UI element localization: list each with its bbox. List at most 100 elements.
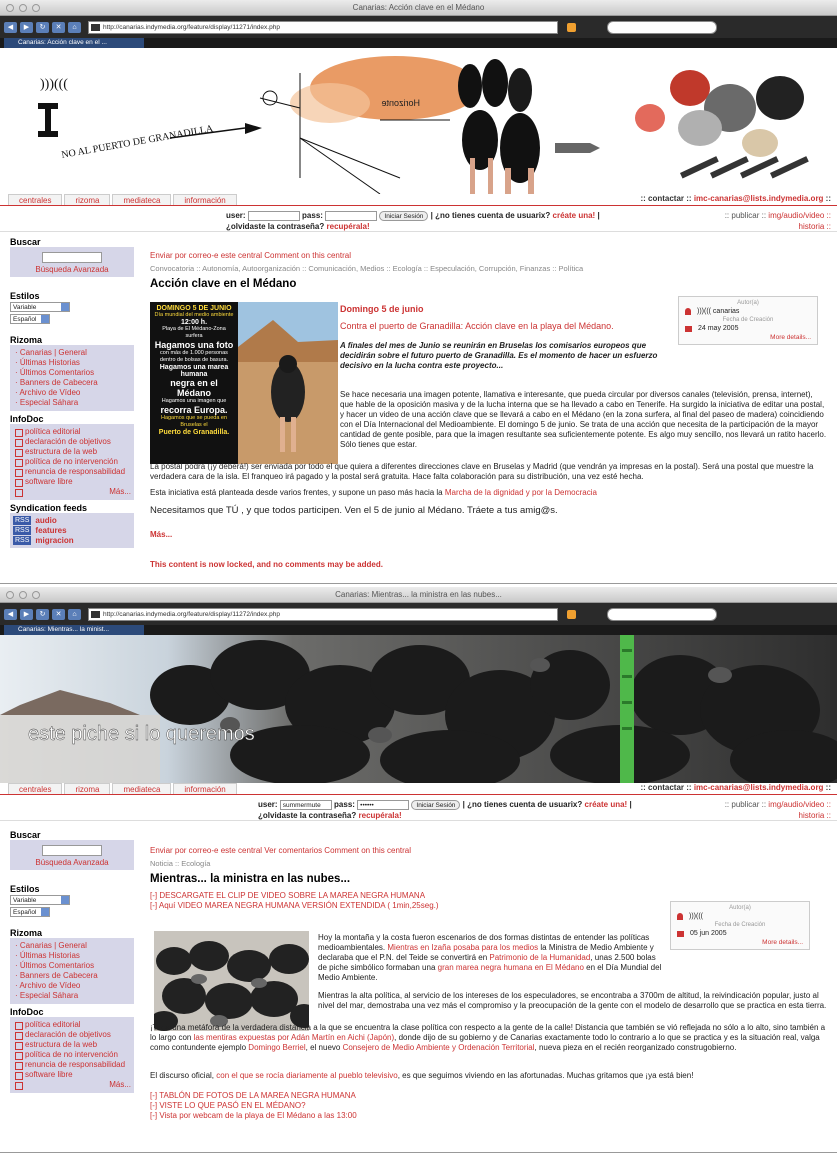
password-input[interactable]: •••••• xyxy=(357,799,410,810)
advanced-search-link[interactable]: Búsqueda Avanzada xyxy=(13,858,131,867)
historia-link[interactable]: historia :: xyxy=(799,811,831,820)
marcha-link[interactable]: Marcha de la dignidad y por la Democraci… xyxy=(445,488,597,497)
nav-tab-informacion[interactable]: información xyxy=(173,194,237,205)
url-field[interactable]: http://canarias.indymedia.org/feature/di… xyxy=(88,607,558,621)
more-details-link[interactable]: More details... xyxy=(677,939,803,946)
recover-link[interactable]: recupérala! xyxy=(327,222,370,231)
infodoc-link[interactable]: renuncia de responsabilidad xyxy=(13,467,131,477)
rizoma-link[interactable]: · Archivo de Vídeo xyxy=(13,981,131,991)
nav-tab-centrales[interactable]: centrales xyxy=(8,194,63,205)
category-breadcrumb[interactable]: Convocatoria :: Autonomía, Autoorganizac… xyxy=(150,263,827,274)
rizoma-link[interactable]: · Banners de Cabecera xyxy=(13,971,131,981)
language-select[interactable]: Español xyxy=(10,314,50,324)
category-breadcrumb[interactable]: Noticia :: Ecología xyxy=(150,858,827,869)
rizoma-link[interactable]: · Últimos Comentarios xyxy=(13,961,131,971)
publish-link[interactable]: img/audio/video :: xyxy=(768,800,831,809)
site-search-input[interactable] xyxy=(42,252,102,263)
url-field[interactable]: http://canarias.indymedia.org/feature/di… xyxy=(88,20,558,34)
inline-link[interactable]: Mientras en Izaña posaba para los medios xyxy=(387,943,538,952)
contact-email-link[interactable]: imc-canarias@lists.indymedia.org xyxy=(694,783,824,792)
inline-link[interactable]: las mentiras expuestas por Adán Martín e… xyxy=(194,1033,395,1042)
author-name[interactable]: )))((( canarias xyxy=(697,308,739,315)
nav-tab-centrales[interactable]: centrales xyxy=(8,783,63,794)
infodoc-link[interactable]: declaración de objetivos xyxy=(13,437,131,447)
infodoc-link[interactable]: política editorial xyxy=(13,427,131,437)
feed-row[interactable]: RSS migracion xyxy=(13,536,131,545)
login-button[interactable]: Iniciar Sesión xyxy=(411,799,461,810)
create-account-link[interactable]: créate una! xyxy=(585,800,628,809)
browser-search-input[interactable] xyxy=(607,20,717,34)
home-icon[interactable]: ⌂ xyxy=(68,608,81,620)
rss-icon[interactable] xyxy=(567,22,576,32)
more-details-link[interactable]: More details... xyxy=(685,334,811,341)
rizoma-link[interactable]: · Últimas Historias xyxy=(13,951,131,961)
user-input[interactable]: summermute xyxy=(279,799,332,810)
reload-icon[interactable]: ↻ xyxy=(36,608,49,620)
inline-link[interactable]: Domingo Berriel xyxy=(248,1043,305,1052)
infodoc-link[interactable]: política de no intervención xyxy=(13,457,131,467)
site-search-input[interactable] xyxy=(42,845,102,856)
nav-tab-mediateca[interactable]: mediateca xyxy=(112,194,172,205)
rizoma-link[interactable]: · Canarias | General xyxy=(13,941,131,951)
feed-row[interactable]: RSS features xyxy=(13,526,131,535)
infodoc-link[interactable]: software libre xyxy=(13,477,131,487)
nav-tab-informacion[interactable]: información xyxy=(173,783,237,794)
advanced-search-link[interactable]: Búsqueda Avanzada xyxy=(13,265,131,274)
inline-link[interactable]: gran marea negra humana en El Médano xyxy=(438,963,584,972)
inline-link[interactable]: Patrimonio de la Humanidad xyxy=(489,953,590,962)
browser-tab[interactable]: Canarias: Acción clave en el ... xyxy=(4,38,144,48)
publish-link[interactable]: img/audio/video :: xyxy=(768,211,831,220)
user-input[interactable] xyxy=(247,210,300,221)
infodoc-link[interactable]: renuncia de responsabilidad xyxy=(13,1060,131,1070)
back-icon[interactable]: ◀ xyxy=(4,608,17,620)
rizoma-link[interactable]: · Canarias | General xyxy=(13,348,131,358)
window-controls[interactable] xyxy=(6,4,40,12)
article-actions[interactable]: Enviar por correo-e este central Comment… xyxy=(150,250,827,261)
author-name[interactable]: )))((( xyxy=(689,913,703,920)
contact-email-link[interactable]: imc-canarias@lists.indymedia.org xyxy=(694,194,824,203)
infodoc-link[interactable]: política de no intervención xyxy=(13,1050,131,1060)
create-account-link[interactable]: créate una! xyxy=(553,211,596,220)
rizoma-link[interactable]: · Especial Sáhara xyxy=(13,991,131,1001)
article-actions[interactable]: Enviar por correo-e este central Ver com… xyxy=(150,845,827,856)
reload-icon[interactable]: ↻ xyxy=(36,21,49,33)
stop-icon[interactable]: ✕ xyxy=(52,21,65,33)
more-link[interactable]: Más... xyxy=(150,530,172,539)
login-button[interactable]: Iniciar Sesión xyxy=(379,210,429,221)
infodoc-link[interactable]: política editorial xyxy=(13,1020,131,1030)
inline-link[interactable]: Consejero de Medio Ambiente y Ordenación… xyxy=(343,1043,535,1052)
style-select[interactable]: Variable xyxy=(10,895,70,905)
rizoma-link[interactable]: · Archivo de Vídeo xyxy=(13,388,131,398)
rizoma-link[interactable]: · Banners de Cabecera xyxy=(13,378,131,388)
what-happened-link[interactable]: [-] VISTE LO QUE PASÓ EN EL MÉDANO? xyxy=(150,1101,306,1111)
feed-row[interactable]: RSS audio xyxy=(13,516,131,525)
nav-tab-rizoma[interactable]: rizoma xyxy=(64,783,111,794)
nav-tab-mediateca[interactable]: mediateca xyxy=(112,783,172,794)
style-select[interactable]: Variable xyxy=(10,302,70,312)
webcam-link[interactable]: [-] Vista por webcam de la playa de El M… xyxy=(150,1111,357,1121)
rss-icon[interactable] xyxy=(567,609,576,619)
stop-icon[interactable]: ✕ xyxy=(52,608,65,620)
infodoc-link[interactable]: estructura de la web xyxy=(13,1040,131,1050)
infodoc-link[interactable]: software libre xyxy=(13,1070,131,1080)
photo-board-link[interactable]: [-] TABLÓN DE FOTOS DE LA MAREA NEGRA HU… xyxy=(150,1091,356,1101)
password-input[interactable] xyxy=(325,210,378,221)
historia-link[interactable]: historia :: xyxy=(799,222,831,231)
more-link[interactable]: Más... xyxy=(13,1080,131,1090)
infodoc-link[interactable]: declaración de objetivos xyxy=(13,1030,131,1040)
infodoc-link[interactable]: estructura de la web xyxy=(13,447,131,457)
forward-icon[interactable]: ▶ xyxy=(20,608,33,620)
nav-tab-rizoma[interactable]: rizoma xyxy=(64,194,111,205)
recover-link[interactable]: recupérala! xyxy=(359,811,402,820)
window-controls[interactable] xyxy=(6,591,40,599)
language-select[interactable]: Español xyxy=(10,907,50,917)
browser-search-input[interactable] xyxy=(607,607,717,621)
forward-icon[interactable]: ▶ xyxy=(20,21,33,33)
browser-tab[interactable]: Canarias: Mientras... la minist... xyxy=(4,625,144,635)
back-icon[interactable]: ◀ xyxy=(4,21,17,33)
more-link[interactable]: Más... xyxy=(13,487,131,497)
rizoma-link[interactable]: · Últimas Historias xyxy=(13,358,131,368)
rizoma-link[interactable]: · Últimos Comentarios xyxy=(13,368,131,378)
video-link[interactable]: [-] DESCARGATE EL CLIP DE VIDEO SOBRE LA… xyxy=(150,891,827,901)
inline-link[interactable]: con el que se rocía diariamente al puebl… xyxy=(216,1071,397,1080)
